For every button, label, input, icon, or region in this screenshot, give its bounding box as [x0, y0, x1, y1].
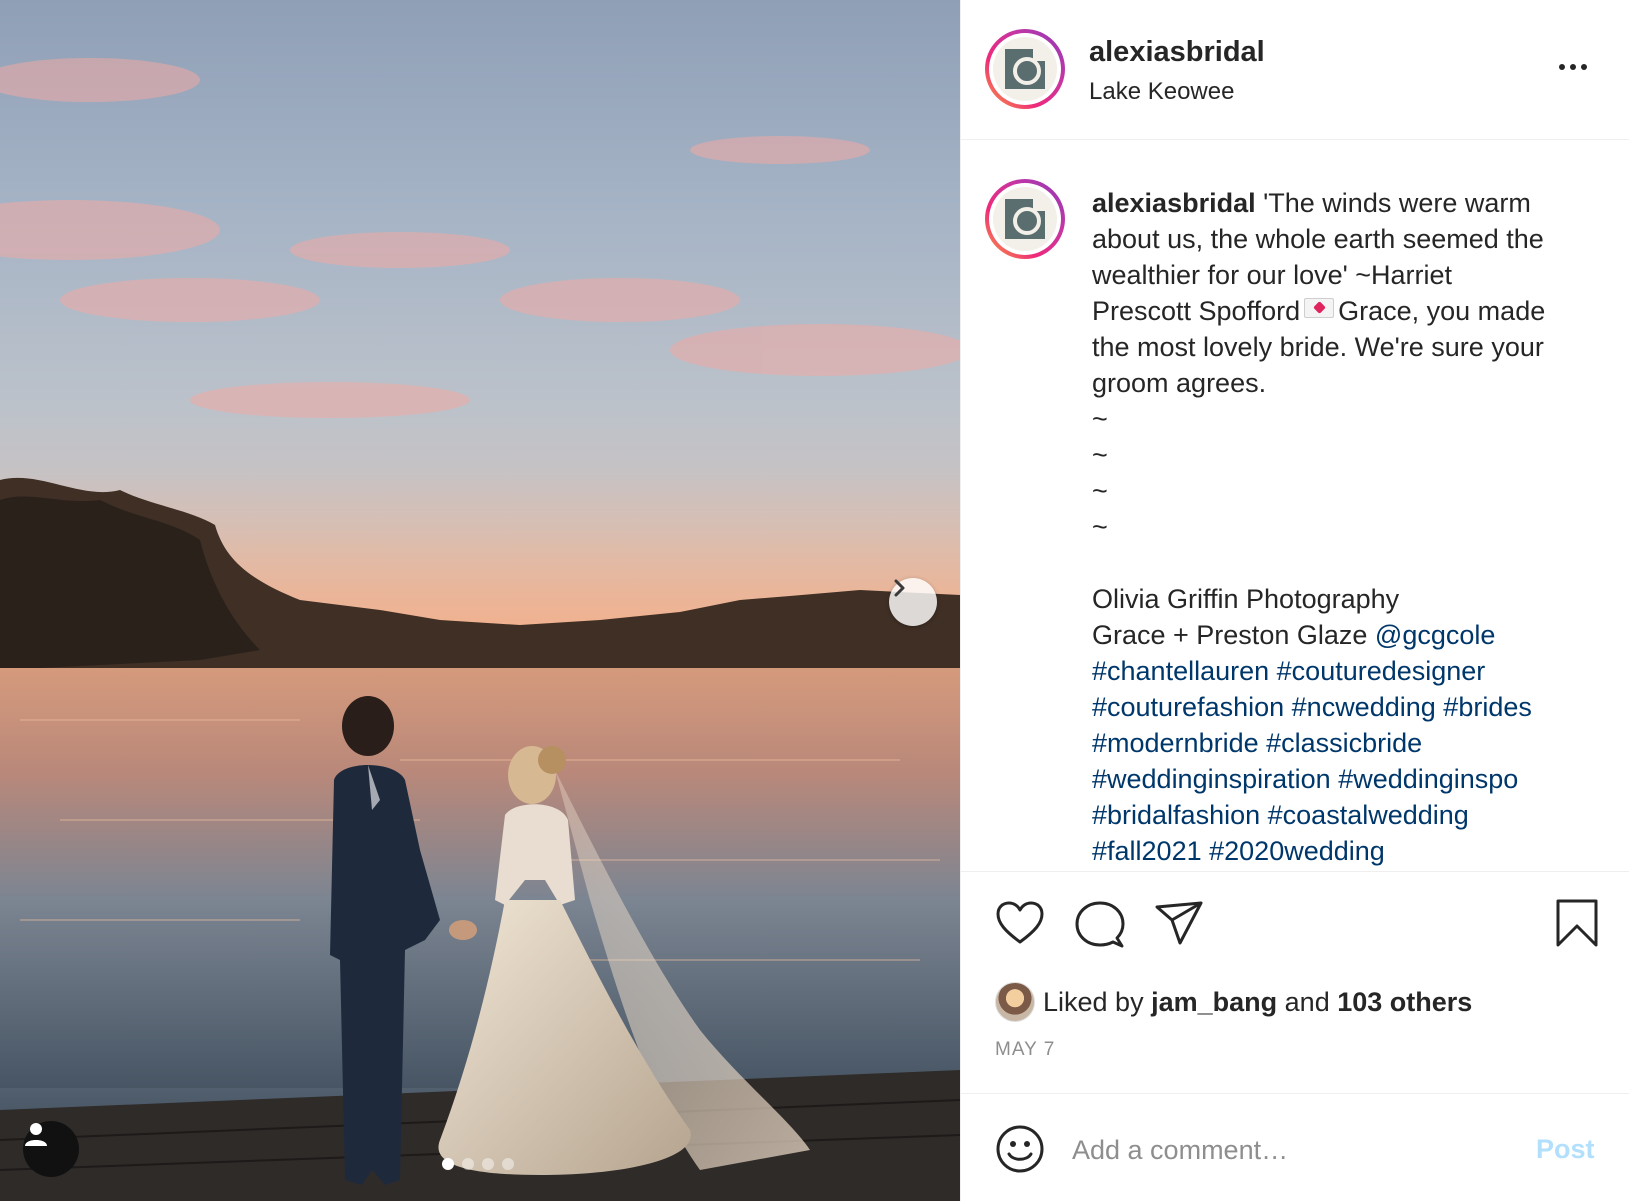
- comment-bubble-icon: [1075, 901, 1125, 948]
- caption-avatar[interactable]: [985, 179, 1065, 259]
- carousel-dot: [442, 1158, 454, 1170]
- hashtag-link[interactable]: #modernbride: [1092, 728, 1259, 758]
- smiley-icon: [996, 1125, 1044, 1173]
- hashtag-link[interactable]: #coastalwedding: [1268, 800, 1469, 830]
- hashtag-line: #chantellauren #couturedesigner: [1092, 653, 1592, 689]
- liker-avatar[interactable]: [995, 982, 1035, 1022]
- carousel-indicator: [442, 1158, 514, 1170]
- hashtag-link[interactable]: #classicbride: [1266, 728, 1422, 758]
- hashtag-link[interactable]: #couturefashion: [1092, 692, 1284, 722]
- hashtag-line: #modernbride #classicbride: [1092, 725, 1592, 761]
- post-location[interactable]: Lake Keowee: [1089, 78, 1234, 106]
- likes-count-link[interactable]: 103 others: [1337, 987, 1472, 1017]
- brand-logo-mark: [1005, 199, 1045, 239]
- caption-line: ~: [1092, 404, 1108, 434]
- caption-line: ~: [1092, 440, 1108, 470]
- caption-line: groom agrees.: [1092, 368, 1267, 398]
- hashtag-line: #weddinginspiration #weddinginspo: [1092, 761, 1592, 797]
- post-comment-button[interactable]: Post: [1536, 1134, 1595, 1165]
- caption-line: alexiasbridal 'The winds were warm: [1092, 185, 1592, 221]
- hashtag-line: #fall2021 #2020wedding: [1092, 833, 1592, 869]
- post-photo[interactable]: [0, 0, 960, 1201]
- likes-prefix: Liked by: [1043, 986, 1144, 1017]
- divider: [961, 871, 1629, 872]
- post-date[interactable]: MAY 7: [995, 1039, 1055, 1061]
- avatar-frame: [989, 33, 1061, 105]
- carousel-dot: [482, 1158, 494, 1170]
- mention-link[interactable]: @gcgcole: [1375, 620, 1495, 650]
- hashtag-link[interactable]: #couturedesigner: [1277, 656, 1486, 686]
- caption-line: the most lovely bride. We're sure your: [1092, 332, 1544, 362]
- caption-text-span: Prescott Spofford: [1092, 296, 1301, 326]
- more-options-icon: [1570, 64, 1576, 70]
- caption-text-span: Grace + Preston Glaze: [1092, 620, 1368, 650]
- post-author-username[interactable]: alexiasbridal: [1089, 36, 1265, 69]
- next-slide-button[interactable]: [889, 578, 937, 626]
- likes-text: Liked by jam_bang and 103 others: [1043, 987, 1472, 1018]
- caption-username[interactable]: alexiasbridal: [1092, 188, 1256, 218]
- carousel-dot: [502, 1158, 514, 1170]
- caption-line: about us, the whole earth seemed the: [1092, 224, 1544, 254]
- more-options-icon: [1581, 64, 1587, 70]
- save-button[interactable]: [1555, 898, 1599, 953]
- hashtag-link[interactable]: #fall2021: [1092, 836, 1202, 866]
- chevron-right-icon: [894, 579, 905, 597]
- hashtag-link[interactable]: #ncwedding: [1292, 692, 1436, 722]
- hashtag-line: #bridalfashion #coastalwedding: [1092, 797, 1592, 833]
- more-options-icon: [1559, 64, 1565, 70]
- photo-scene: [0, 58, 960, 1201]
- bookmark-icon: [1556, 899, 1598, 947]
- heart-icon: [996, 901, 1044, 944]
- caption-line: ~: [1092, 476, 1108, 506]
- likes-joiner: and: [1284, 986, 1330, 1017]
- brand-logo-mark: [1005, 49, 1045, 89]
- profile-avatar[interactable]: [985, 29, 1065, 109]
- caption-line: ~: [1092, 512, 1108, 542]
- caption-line: Olivia Griffin Photography: [1092, 584, 1400, 614]
- share-button[interactable]: [1154, 900, 1204, 951]
- carousel-dot: [462, 1158, 474, 1170]
- comment-button[interactable]: [1075, 900, 1125, 953]
- more-options-button[interactable]: [1551, 52, 1595, 82]
- post-details-panel: alexiasbridal Lake Keowee alexiasbridal …: [960, 0, 1629, 1201]
- brand-logo: [993, 37, 1057, 101]
- caption-line: wealthier for our love' ~Harriet: [1092, 260, 1453, 290]
- comment-input[interactable]: [1072, 1128, 1492, 1172]
- post-header: alexiasbridal Lake Keowee: [961, 0, 1629, 140]
- hashtag-link[interactable]: #bridalfashion: [1092, 800, 1260, 830]
- like-button[interactable]: [995, 900, 1045, 951]
- caption-scroll-area[interactable]: alexiasbridal 'The winds were warm about…: [961, 141, 1629, 871]
- hashtag-link[interactable]: #chantellauren: [1092, 656, 1269, 686]
- liker-username[interactable]: jam_bang: [1151, 987, 1277, 1017]
- brand-logo: [993, 187, 1057, 251]
- hashtag-link[interactable]: #2020wedding: [1209, 836, 1385, 866]
- user-tag-icon: [25, 1123, 47, 1146]
- paper-plane-icon: [1155, 901, 1203, 945]
- hashtag-link[interactable]: #weddinginspo: [1338, 764, 1518, 794]
- love-letter-icon: [1304, 298, 1335, 318]
- hashtag-link[interactable]: #brides: [1443, 692, 1532, 722]
- emoji-picker-button[interactable]: [995, 1124, 1045, 1179]
- tagged-users-button[interactable]: [23, 1121, 79, 1177]
- avatar-frame: [989, 183, 1061, 255]
- caption-text: alexiasbridal 'The winds were warm about…: [1092, 185, 1592, 869]
- caption-text-span: 'The winds were warm: [1263, 188, 1531, 218]
- hashtag-line: #couturefashion #ncwedding #brides: [1092, 689, 1592, 725]
- caption-line: Prescott Spofford Grace, you made: [1092, 293, 1592, 329]
- likes-summary: Liked by jam_bang and 103 others: [995, 982, 1472, 1022]
- divider: [961, 1093, 1629, 1094]
- hashtag-link[interactable]: #weddinginspiration: [1092, 764, 1331, 794]
- caption-text-span: Grace, you made: [1338, 296, 1546, 326]
- caption-line: Grace + Preston Glaze @gcgcole: [1092, 617, 1592, 653]
